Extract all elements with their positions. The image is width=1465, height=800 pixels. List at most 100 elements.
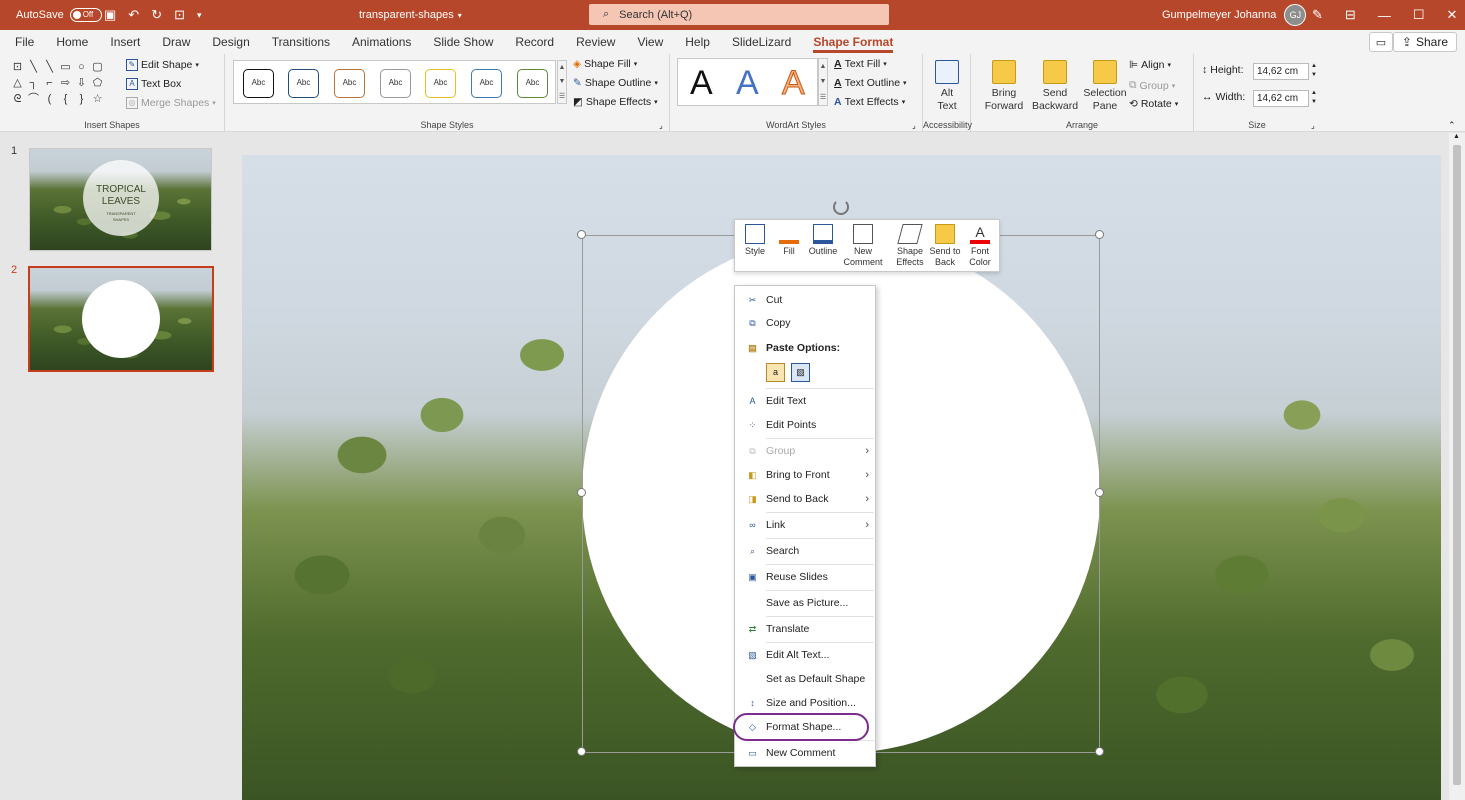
text-fill-button[interactable]: A Text Fill ▾ xyxy=(834,58,887,70)
tab-draw[interactable]: Draw xyxy=(151,30,201,54)
redo-icon[interactable]: ↻ xyxy=(151,7,162,23)
bracket-shape-icon[interactable]: ( xyxy=(42,92,57,107)
tab-shape-format[interactable]: Shape Format xyxy=(802,30,904,54)
document-title[interactable]: transparent-shapes ▾ xyxy=(359,0,462,30)
close-icon[interactable]: ✕ xyxy=(1446,7,1457,23)
alt-text-button[interactable]: Alt Text xyxy=(929,60,965,113)
shapes-gallery[interactable]: ⊡ ╲ ╲ ▭ ○ ▢ △ ┐ ⌐ ⇨ ⇩ ⬠ ᘓ ⌒({} ☆ xyxy=(10,60,106,107)
menu-item-edit-points[interactable]: ⁘ Edit Points xyxy=(735,414,875,436)
tab-review[interactable]: Review xyxy=(565,30,626,54)
vertical-scrollbar[interactable]: ▲ xyxy=(1449,133,1465,800)
connector-shape-icon[interactable]: ⌐ xyxy=(42,76,57,91)
menu-item-search[interactable]: ⌕ Search xyxy=(735,540,875,562)
shape-style-swatch[interactable]: Abc xyxy=(243,69,274,98)
wordart-orange[interactable]: A xyxy=(782,61,806,105)
oval-shape-icon[interactable]: ○ xyxy=(74,60,89,75)
shape-style-swatch[interactable]: Abc xyxy=(288,69,319,98)
bring-forward-button[interactable]: Bring Forward xyxy=(979,60,1029,113)
connector-shape-icon[interactable]: ┐ xyxy=(26,76,41,91)
selection-pane-button[interactable]: Selection Pane xyxy=(1081,60,1129,113)
shape-style-swatch[interactable]: Abc xyxy=(380,69,411,98)
text-outline-button[interactable]: A Text Outline ▾ xyxy=(834,77,907,89)
chevron-down-icon[interactable]: ▼ xyxy=(559,78,566,85)
width-input[interactable]: 14,62 cm xyxy=(1253,90,1309,107)
group-button[interactable]: ⧉ Group ▾ xyxy=(1129,79,1175,92)
text-box-button[interactable]: A Text Box xyxy=(126,78,181,90)
autosave-toggle[interactable]: Off xyxy=(69,8,102,22)
height-input[interactable]: 14,62 cm xyxy=(1253,63,1309,80)
pen-icon[interactable]: ✎ xyxy=(1312,7,1323,23)
brace-shape-icon[interactable]: { xyxy=(58,92,73,107)
tab-help[interactable]: Help xyxy=(674,30,721,54)
mini-outline-button[interactable]: Outline xyxy=(807,224,839,257)
shape-styles-gallery[interactable]: Abc Abc Abc Abc Abc Abc Abc xyxy=(233,60,556,104)
text-effects-button[interactable]: A Text Effects ▾ xyxy=(834,96,905,108)
dialog-launcher-icon[interactable]: ⌟ xyxy=(659,121,663,130)
curve-shape-icon[interactable]: ᘓ xyxy=(10,92,25,107)
chevron-up-icon[interactable]: ▲ xyxy=(559,64,566,71)
text-box-shape-icon[interactable]: ⊡ xyxy=(10,60,25,75)
merge-shapes-button[interactable]: ◎ Merge Shapes ▾ xyxy=(126,97,216,109)
send-backward-button[interactable]: Send Backward xyxy=(1029,60,1081,113)
edit-shape-button[interactable]: ✎ Edit Shape ▾ xyxy=(126,59,199,71)
dialog-launcher-icon[interactable]: ⌟ xyxy=(912,121,916,130)
shape-fill-button[interactable]: ◈ Shape Fill ▾ xyxy=(573,58,637,70)
height-spinner-icon[interactable]: ▲ ▼ xyxy=(1311,62,1317,80)
tab-view[interactable]: View xyxy=(626,30,674,54)
comments-button[interactable]: ▭ xyxy=(1369,32,1393,52)
mini-font-color-button[interactable]: A Font Color xyxy=(965,224,995,268)
search-input[interactable]: ⌕ Search (Alt+Q) xyxy=(589,4,889,25)
menu-item-reuse-slides[interactable]: ▣ Reuse Slides xyxy=(735,566,875,588)
chevron-up-icon[interactable]: ▲ xyxy=(1453,133,1460,140)
dialog-launcher-icon[interactable]: ⌟ xyxy=(1311,121,1315,130)
more-icon[interactable]: ☰ xyxy=(559,92,565,100)
collapse-ribbon-icon[interactable]: ⌃ xyxy=(1448,120,1456,131)
mini-new-comment-button[interactable]: New Comment xyxy=(843,224,883,268)
resize-handle[interactable] xyxy=(1095,488,1104,497)
align-button[interactable]: ⊫ Align ▾ xyxy=(1129,59,1171,71)
shape-style-swatch[interactable]: Abc xyxy=(334,69,365,98)
maximize-icon[interactable]: ☐ xyxy=(1413,7,1425,23)
star-shape-icon[interactable]: ☆ xyxy=(90,92,105,107)
menu-item-set-default-shape[interactable]: Set as Default Shape xyxy=(735,668,875,690)
menu-item-translate[interactable]: ⇄ Translate xyxy=(735,618,875,640)
more-icon[interactable]: ☰ xyxy=(820,93,826,101)
menu-item-edit-text[interactable]: A Edit Text xyxy=(735,390,875,412)
share-button[interactable]: ⇪ Share xyxy=(1392,32,1457,52)
resize-handle[interactable] xyxy=(577,747,586,756)
chevron-down-icon[interactable]: ▼ xyxy=(820,78,827,85)
autosave-control[interactable]: AutoSave Off xyxy=(16,0,102,30)
paste-picture-icon[interactable]: ▧ xyxy=(791,363,810,382)
menu-item-copy[interactable]: ⧉ Copy xyxy=(735,312,875,334)
triangle-shape-icon[interactable]: △ xyxy=(10,76,25,91)
menu-item-group[interactable]: ⧉ Group › xyxy=(735,440,875,462)
menu-item-new-comment[interactable]: ▭ New Comment xyxy=(735,742,875,764)
rotate-handle-icon[interactable] xyxy=(833,199,849,215)
rotate-button[interactable]: ⟲ Rotate ▾ xyxy=(1129,98,1178,110)
menu-item-link[interactable]: ∞ Link › xyxy=(735,514,875,536)
ribbon-display-icon[interactable]: ⊟ xyxy=(1345,7,1356,23)
undo-icon[interactable]: ↶ xyxy=(128,7,139,23)
resize-handle[interactable] xyxy=(577,230,586,239)
rounded-rect-shape-icon[interactable]: ▢ xyxy=(90,60,105,75)
arrow-right-shape-icon[interactable]: ⇨ xyxy=(58,76,73,91)
paste-keep-theme-icon[interactable]: a xyxy=(766,363,785,382)
mini-shape-effects-button[interactable]: Shape Effects xyxy=(895,224,925,268)
minimize-icon[interactable]: — xyxy=(1378,8,1391,23)
shape-style-swatch[interactable]: Abc xyxy=(471,69,502,98)
menu-item-size-and-position[interactable]: ↕ Size and Position... xyxy=(735,692,875,714)
menu-item-bring-to-front[interactable]: ◧ Bring to Front › xyxy=(735,464,875,486)
tab-record[interactable]: Record xyxy=(504,30,565,54)
tab-file[interactable]: File xyxy=(4,30,45,54)
wordart-black[interactable]: A xyxy=(690,61,713,105)
present-icon[interactable]: ⊡ xyxy=(174,7,185,23)
tab-slide-show[interactable]: Slide Show xyxy=(422,30,504,54)
menu-item-cut[interactable]: ✂ Cut xyxy=(735,289,875,311)
tab-design[interactable]: Design xyxy=(201,30,260,54)
rectangle-shape-icon[interactable]: ▭ xyxy=(58,60,73,75)
tab-animations[interactable]: Animations xyxy=(341,30,422,54)
mini-send-to-back-button[interactable]: Send to Back xyxy=(929,224,961,268)
slide-thumbnail-1[interactable]: TROPICAL LEAVES TRANSPARENT SHAPES xyxy=(29,148,212,251)
shape-effects-button[interactable]: ◩ Shape Effects ▾ xyxy=(573,96,658,108)
mini-style-button[interactable]: Style xyxy=(741,224,769,257)
